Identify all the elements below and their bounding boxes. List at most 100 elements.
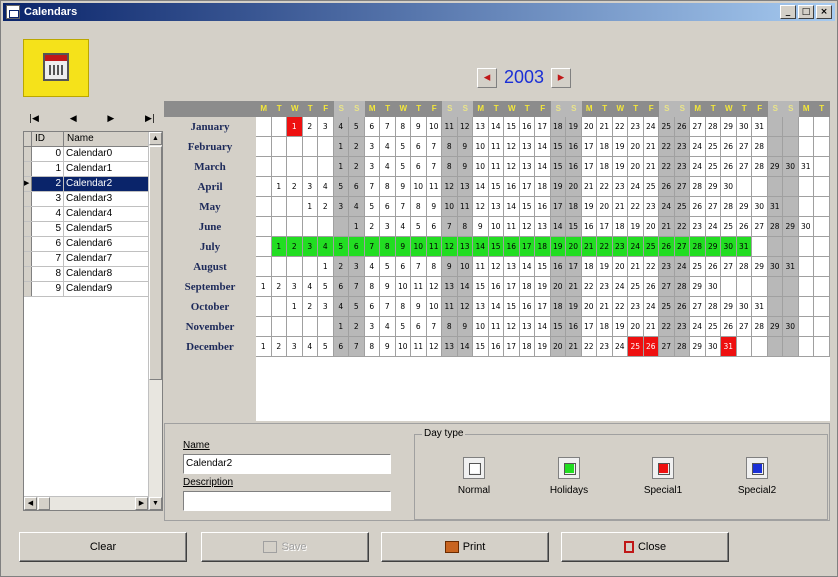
last-record-icon[interactable]: ▶| <box>145 114 155 124</box>
day-cell[interactable]: 13 <box>473 297 489 317</box>
day-cell[interactable]: 29 <box>767 157 783 177</box>
day-cell[interactable]: 29 <box>721 117 737 137</box>
day-cell[interactable]: 28 <box>674 337 690 357</box>
day-cell[interactable]: 22 <box>659 317 675 337</box>
day-cell[interactable]: 21 <box>566 337 582 357</box>
day-cell[interactable]: 5 <box>364 197 380 217</box>
day-cell[interactable]: 12 <box>442 177 458 197</box>
day-cell[interactable]: 26 <box>674 117 690 137</box>
day-cell[interactable]: 15 <box>473 277 489 297</box>
day-cell[interactable]: 14 <box>457 277 473 297</box>
day-cell[interactable]: 26 <box>659 237 675 257</box>
day-cell[interactable]: 3 <box>287 337 303 357</box>
day-cell[interactable]: 24 <box>690 157 706 177</box>
table-row[interactable]: 1 Calendar1 <box>24 162 162 177</box>
row-indicator[interactable] <box>24 222 32 236</box>
day-cell[interactable]: 7 <box>426 137 442 157</box>
day-cell[interactable]: 19 <box>550 177 566 197</box>
day-cell[interactable]: 8 <box>442 157 458 177</box>
day-cell[interactable]: 22 <box>643 257 659 277</box>
day-cell[interactable]: 15 <box>550 317 566 337</box>
day-cell[interactable]: 15 <box>473 337 489 357</box>
day-cell[interactable]: 14 <box>535 157 551 177</box>
day-cell[interactable]: 4 <box>380 157 396 177</box>
day-cell[interactable]: 25 <box>659 297 675 317</box>
day-cell[interactable]: 10 <box>457 257 473 277</box>
day-cell[interactable]: 23 <box>597 337 613 357</box>
day-cell[interactable]: 14 <box>488 297 504 317</box>
day-cell[interactable]: 21 <box>612 197 628 217</box>
day-cell[interactable]: 3 <box>302 237 318 257</box>
day-cell[interactable]: 31 <box>798 157 814 177</box>
day-cell[interactable]: 7 <box>364 177 380 197</box>
day-cell[interactable]: 18 <box>550 297 566 317</box>
day-cell[interactable]: 27 <box>690 297 706 317</box>
day-cell[interactable]: 26 <box>690 197 706 217</box>
day-cell[interactable]: 23 <box>674 317 690 337</box>
day-cell[interactable]: 14 <box>457 337 473 357</box>
day-cell[interactable]: 30 <box>783 157 799 177</box>
prior-record-icon[interactable]: ◀ <box>70 114 77 124</box>
day-cell[interactable]: 13 <box>535 217 551 237</box>
day-cell[interactable]: 18 <box>519 277 535 297</box>
day-cell[interactable]: 14 <box>473 177 489 197</box>
day-cell[interactable]: 24 <box>643 297 659 317</box>
table-row[interactable]: 6 Calendar6 <box>24 237 162 252</box>
day-cell[interactable]: 30 <box>705 277 721 297</box>
day-cell[interactable]: 5 <box>349 117 365 137</box>
day-cell[interactable]: 29 <box>783 217 799 237</box>
day-type-special2[interactable]: Special2 <box>722 457 792 496</box>
day-cell[interactable]: 19 <box>597 257 613 277</box>
day-cell[interactable]: 31 <box>752 297 768 317</box>
day-cell[interactable]: 20 <box>581 117 597 137</box>
day-cell[interactable]: 8 <box>395 117 411 137</box>
day-cell[interactable]: 20 <box>628 137 644 157</box>
day-cell[interactable]: 11 <box>488 317 504 337</box>
day-cell[interactable]: 23 <box>659 257 675 277</box>
day-cell[interactable]: 1 <box>333 137 349 157</box>
day-cell[interactable]: 27 <box>674 177 690 197</box>
day-cell[interactable]: 24 <box>612 277 628 297</box>
clear-button[interactable]: Clear <box>19 532 187 562</box>
day-cell[interactable]: 10 <box>473 137 489 157</box>
day-cell[interactable]: 5 <box>395 137 411 157</box>
day-cell[interactable]: 2 <box>364 217 380 237</box>
day-cell[interactable]: 18 <box>597 317 613 337</box>
day-cell[interactable]: 16 <box>566 157 582 177</box>
day-cell[interactable]: 20 <box>550 337 566 357</box>
day-cell[interactable]: 25 <box>643 177 659 197</box>
table-row[interactable]: ▶ 2 Calendar2 <box>24 177 162 192</box>
day-cell[interactable]: 3 <box>318 297 334 317</box>
day-cell[interactable]: 19 <box>535 337 551 357</box>
day-cell[interactable]: 3 <box>349 257 365 277</box>
day-cell[interactable]: 5 <box>395 157 411 177</box>
day-cell[interactable]: 3 <box>318 117 334 137</box>
day-cell[interactable]: 23 <box>674 157 690 177</box>
day-cell[interactable]: 23 <box>597 277 613 297</box>
day-cell[interactable]: 15 <box>566 217 582 237</box>
day-cell[interactable]: 7 <box>411 257 427 277</box>
day-cell[interactable]: 2 <box>287 237 303 257</box>
day-cell[interactable]: 25 <box>705 137 721 157</box>
day-cell[interactable]: 28 <box>721 197 737 217</box>
day-cell[interactable]: 21 <box>659 217 675 237</box>
day-cell[interactable]: 15 <box>519 197 535 217</box>
day-cell[interactable]: 7 <box>426 157 442 177</box>
day-cell[interactable]: 13 <box>457 177 473 197</box>
day-cell[interactable]: 2 <box>271 277 287 297</box>
day-cell[interactable]: 26 <box>659 177 675 197</box>
day-cell[interactable]: 10 <box>442 197 458 217</box>
day-cell[interactable]: 16 <box>504 237 520 257</box>
day-cell[interactable]: 4 <box>380 317 396 337</box>
day-cell[interactable]: 18 <box>612 217 628 237</box>
day-cell[interactable]: 17 <box>519 177 535 197</box>
day-cell[interactable]: 9 <box>473 217 489 237</box>
day-cell[interactable]: 26 <box>721 137 737 157</box>
day-cell[interactable]: 4 <box>302 277 318 297</box>
day-cell[interactable]: 15 <box>504 117 520 137</box>
day-cell[interactable]: 2 <box>271 337 287 357</box>
day-cell[interactable]: 22 <box>674 217 690 237</box>
day-cell[interactable]: 1 <box>271 237 287 257</box>
day-cell[interactable]: 10 <box>488 217 504 237</box>
day-cell[interactable]: 21 <box>597 117 613 137</box>
